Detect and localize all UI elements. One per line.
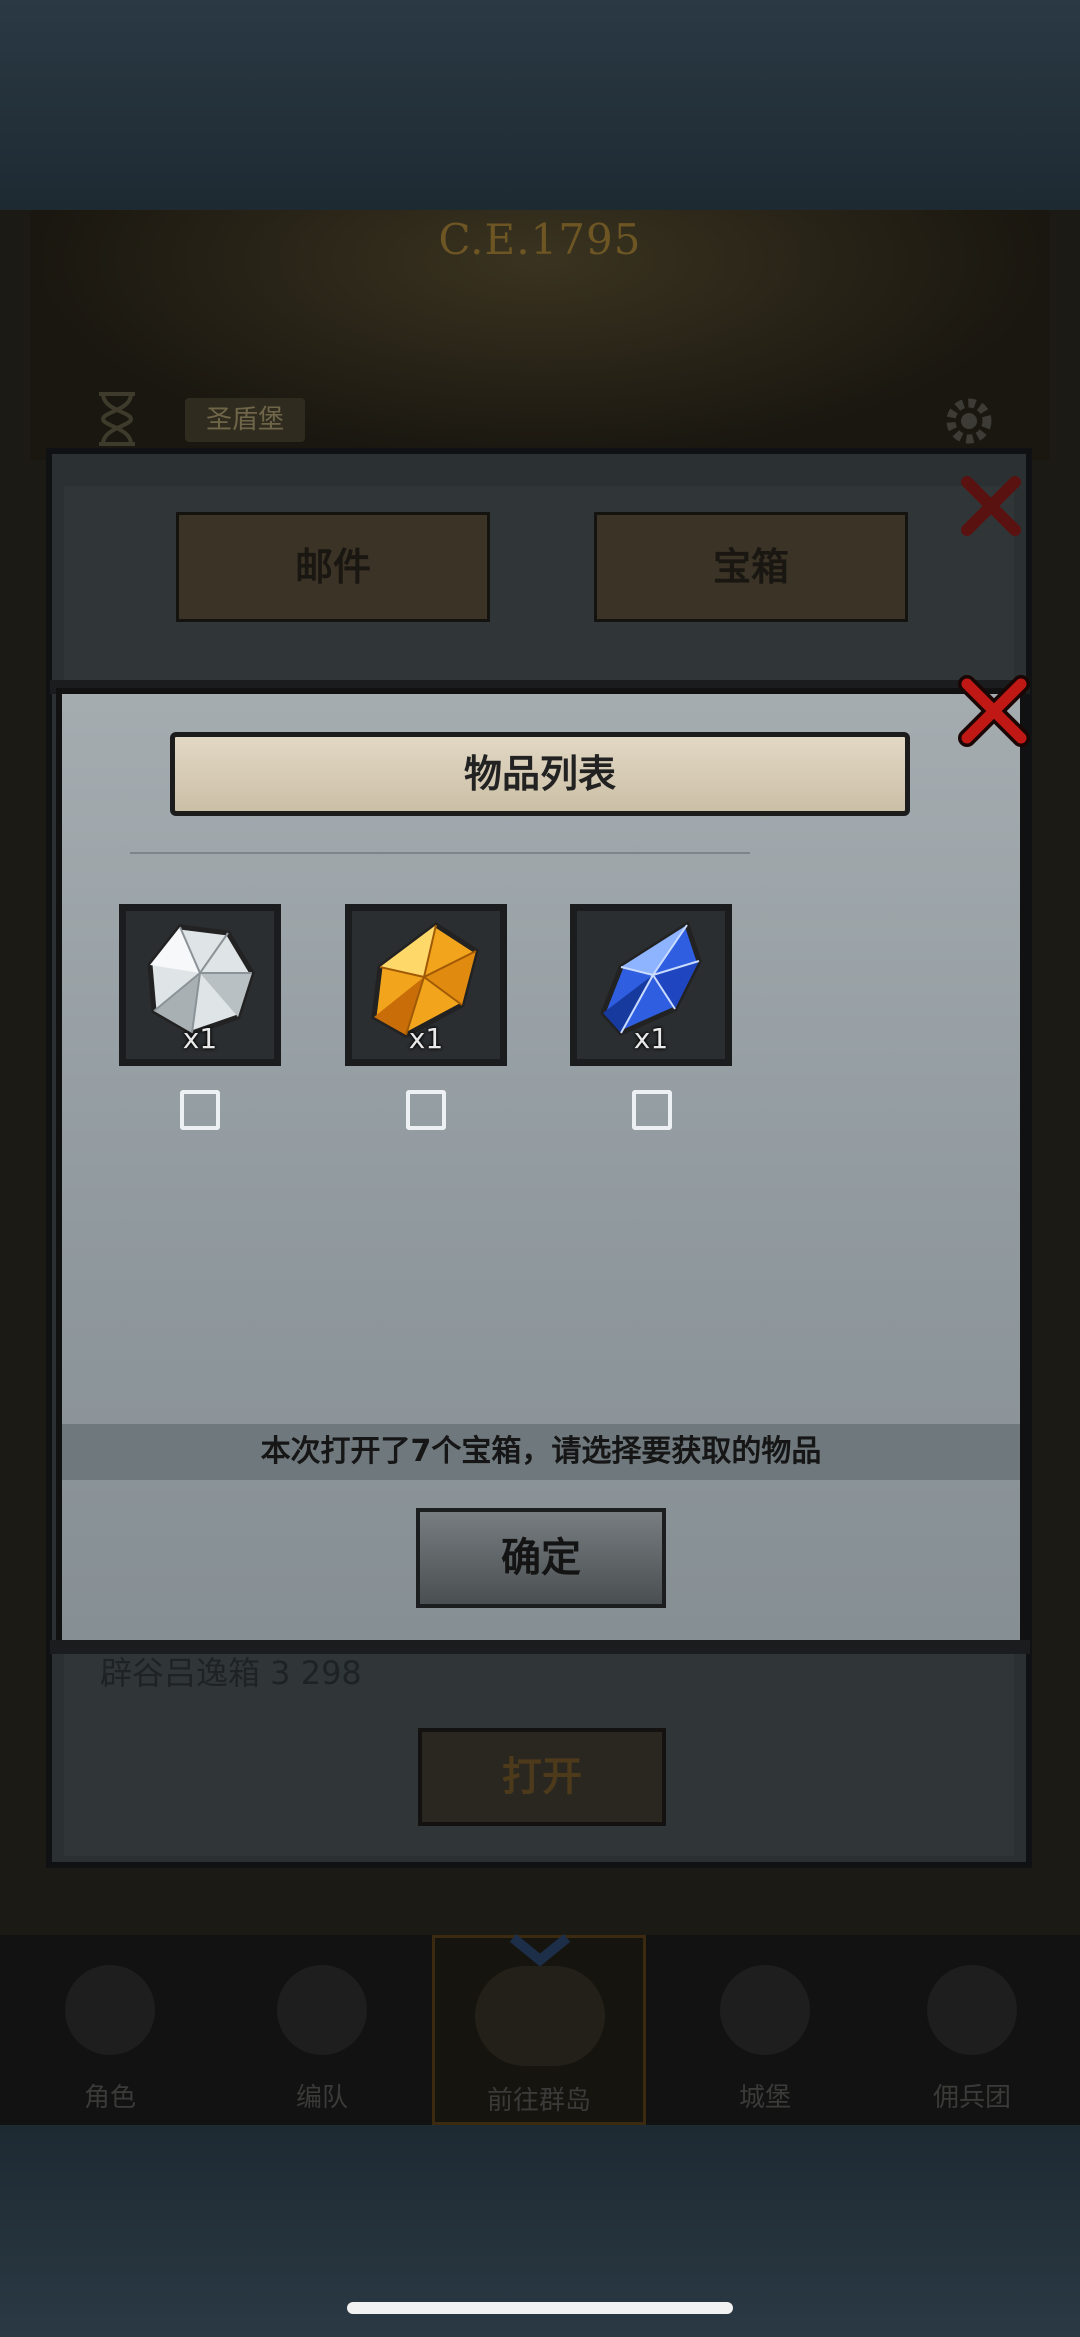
item-slot-blue-crystal[interactable]: x1 xyxy=(570,904,732,1066)
selection-hint: 本次打开了7个宝箱，请选择要获取的物品 xyxy=(62,1424,1020,1480)
divider xyxy=(130,852,750,854)
character-icon xyxy=(65,1965,155,2055)
item-quantity: x1 xyxy=(408,1022,444,1055)
location-label[interactable]: 圣盾堡 xyxy=(185,398,305,442)
mercenary-icon xyxy=(927,1965,1017,2055)
close-icon[interactable] xyxy=(955,672,1033,750)
castle-icon xyxy=(720,1965,810,2055)
formation-icon xyxy=(277,1965,367,2055)
item-slot-amber-crystal[interactable]: x1 xyxy=(345,904,507,1066)
nav-castle[interactable]: 城堡 xyxy=(665,1935,865,2125)
nav-label: 佣兵团 xyxy=(932,2083,1011,2113)
item-checkbox-blue-crystal[interactable] xyxy=(632,1090,672,1130)
chest-row: 辟谷吕逸箱 3 298 xyxy=(100,1654,362,1692)
nav-character[interactable]: 角色 xyxy=(10,1935,210,2125)
nav-formation[interactable]: 编队 xyxy=(222,1935,422,2125)
nav-label: 角色 xyxy=(83,2083,136,2113)
item-quantity: x1 xyxy=(633,1022,669,1055)
nav-label: 编队 xyxy=(295,2083,348,2113)
item-checkbox-white-crystal[interactable] xyxy=(180,1090,220,1130)
dialog-title: 物品列表 xyxy=(170,732,910,816)
nav-mercenary[interactable]: 佣兵团 xyxy=(872,1935,1072,2125)
islands-icon xyxy=(475,1966,605,2066)
hourglass-icon[interactable] xyxy=(95,392,139,446)
top-letterbox xyxy=(0,0,1080,210)
chevron-down-icon xyxy=(505,1932,575,1970)
item-checkbox-amber-crystal[interactable] xyxy=(406,1090,446,1130)
item-list-dialog xyxy=(56,688,1026,1650)
dialog-frame-bottom xyxy=(50,1640,1030,1654)
open-button[interactable]: 打开 xyxy=(418,1728,666,1826)
tab-mail[interactable]: 邮件 xyxy=(176,512,490,622)
confirm-button[interactable]: 确定 xyxy=(416,1508,666,1608)
tab-chest[interactable]: 宝箱 xyxy=(594,512,908,622)
item-slot-white-crystal[interactable]: x1 xyxy=(119,904,281,1066)
home-indicator[interactable] xyxy=(347,2302,733,2314)
nav-label: 前往群岛 xyxy=(486,2086,591,2116)
close-icon[interactable] xyxy=(955,470,1027,542)
item-quantity: x1 xyxy=(182,1022,218,1055)
nav-label: 城堡 xyxy=(738,2083,791,2113)
year-label: C.E.1795 xyxy=(438,215,642,264)
gear-icon[interactable] xyxy=(940,392,998,450)
